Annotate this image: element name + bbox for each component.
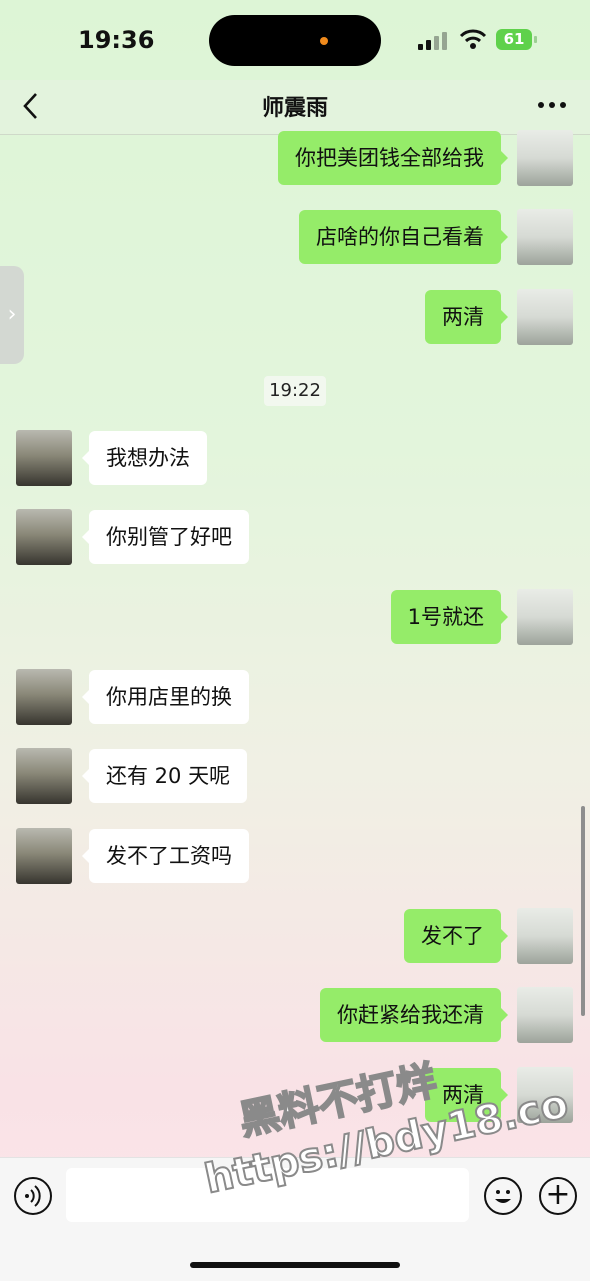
message-row: 两清 (0, 289, 590, 349)
voice-input-icon[interactable] (14, 1177, 52, 1215)
my-avatar[interactable] (517, 589, 573, 645)
message-bubble-contact[interactable]: 我想办法 (82, 431, 207, 485)
message-bubble-mine[interactable]: 你赶紧给我还清 (320, 988, 508, 1042)
dynamic-island (209, 15, 381, 66)
message-row: 两清 (0, 1067, 590, 1127)
contact-avatar[interactable] (16, 509, 72, 565)
more-dots-icon[interactable] (538, 102, 566, 110)
message-row: 你用店里的换 (0, 669, 590, 729)
message-row: 你把美团钱全部给我 (0, 130, 590, 190)
wifi-icon (459, 29, 487, 49)
battery-level: 61 (503, 30, 525, 48)
message-bubble-mine[interactable]: 两清 (425, 290, 508, 344)
message-bubble-mine[interactable]: 你把美团钱全部给我 (278, 131, 508, 185)
emoji-icon[interactable] (484, 1177, 522, 1215)
message-row: 我想办法 (0, 430, 590, 490)
scrollbar[interactable] (581, 806, 585, 1016)
message-row: 还有 20 天呢 (0, 748, 590, 808)
add-icon[interactable]: + (539, 1177, 577, 1215)
battery-icon: 61 (496, 29, 537, 50)
my-avatar[interactable] (517, 130, 573, 186)
chat-title: 师震雨 (261, 96, 328, 121)
my-avatar[interactable] (517, 908, 573, 964)
status-time: 19:36 (78, 26, 155, 54)
my-avatar[interactable] (517, 209, 573, 265)
contact-avatar[interactable] (16, 828, 72, 884)
contact-avatar[interactable] (16, 430, 72, 486)
my-avatar[interactable] (517, 289, 573, 345)
message-bubble-mine[interactable]: 发不了 (404, 909, 508, 963)
message-row: 1号就还 (0, 589, 590, 649)
message-bubble-contact[interactable]: 还有 20 天呢 (81, 749, 248, 803)
message-row: 店啥的你自己看着 (0, 209, 590, 269)
my-avatar[interactable] (517, 987, 573, 1043)
message-row: 发不了工资吗 (0, 828, 590, 888)
contact-avatar[interactable] (16, 748, 72, 804)
message-bubble-mine[interactable]: 1号就还 (390, 590, 509, 644)
message-row: 发不了 (0, 908, 590, 968)
recording-indicator-dot (320, 37, 328, 45)
message-row: 你赶紧给我还清 (0, 987, 590, 1047)
contact-avatar[interactable] (16, 669, 72, 725)
message-bubble-contact[interactable]: 你别管了好吧 (82, 510, 249, 564)
message-bubble-mine[interactable]: 两清 (425, 1068, 508, 1122)
cellular-signal-icon (418, 30, 450, 50)
chat-header: 师震雨 (0, 80, 590, 135)
home-indicator[interactable] (190, 1262, 400, 1268)
message-bubble-contact[interactable]: 发不了工资吗 (82, 829, 249, 883)
message-bubble-mine[interactable]: 店啥的你自己看着 (299, 210, 508, 264)
my-avatar[interactable] (517, 1067, 573, 1123)
message-bubble-contact[interactable]: 你用店里的换 (82, 670, 249, 724)
message-timestamp: 19:22 (264, 376, 326, 406)
message-row: 你别管了好吧 (0, 509, 590, 569)
message-input[interactable] (66, 1168, 469, 1222)
status-bar: 19:36 61 (0, 0, 590, 80)
